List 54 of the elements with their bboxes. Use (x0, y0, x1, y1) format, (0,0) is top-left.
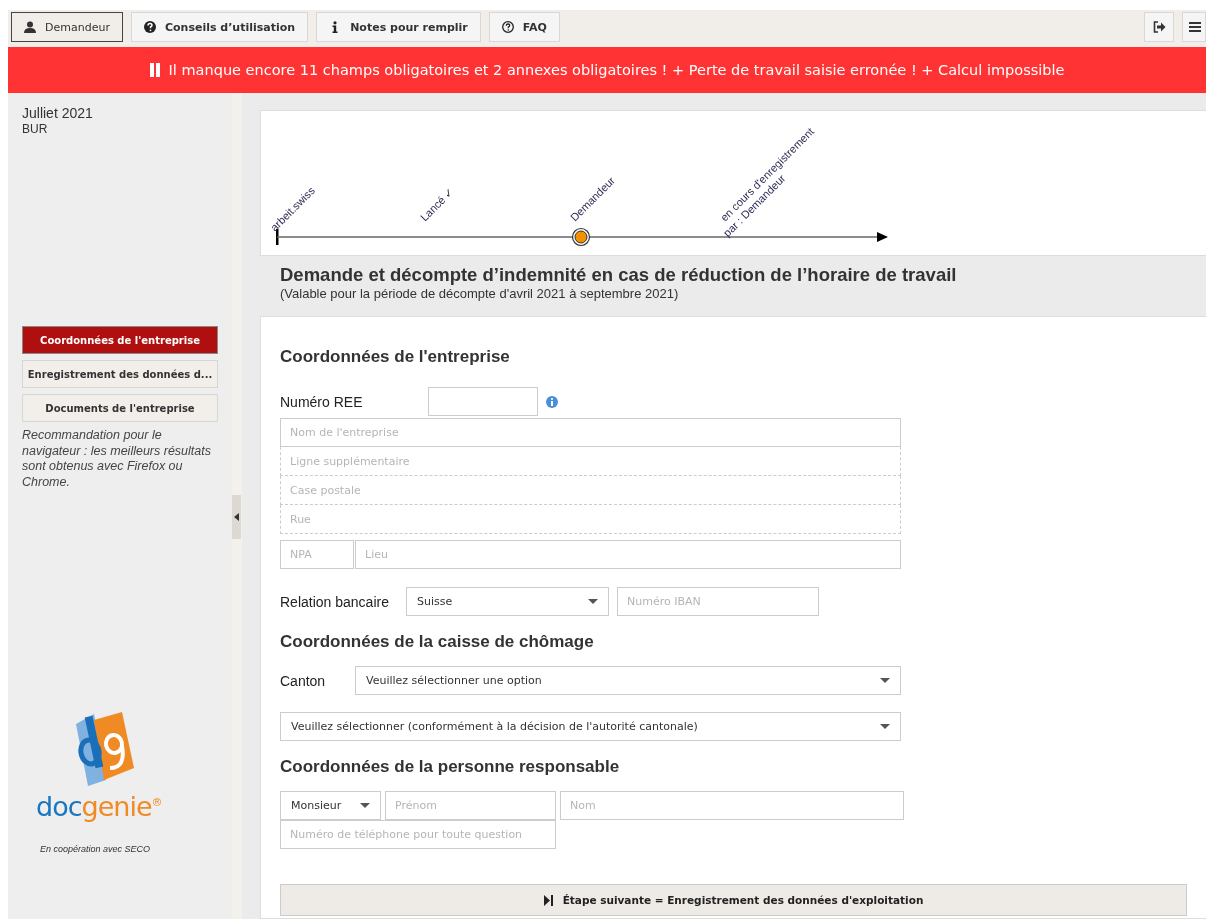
menu-button[interactable] (1182, 12, 1206, 42)
caret-icon (588, 599, 598, 604)
sidebar-nav-item[interactable]: Enregistrement des données d... (22, 360, 218, 388)
period-label: Julliet 2021 (22, 105, 94, 121)
input-field[interactable]: Ligne supplémentaire (280, 447, 901, 476)
input-field[interactable]: Prénom (385, 791, 556, 820)
logo-wordmark: docgenie$^{®}$ (36, 790, 162, 822)
info-icon (546, 395, 558, 408)
help-icon (143, 21, 156, 33)
dropdown[interactable]: Veuillez sélectionner une option (355, 666, 901, 695)
sidebar-nav-item[interactable]: Documents de l'entreprise (22, 394, 218, 422)
toolbar-button[interactable]: FAQ (488, 12, 560, 42)
credit-text: En coopération avec SECO (40, 844, 152, 854)
user-icon (24, 21, 36, 33)
toolbar-button[interactable]: Demandeur (11, 12, 123, 42)
next-step-button[interactable]: Étape suivante = Enregistrement des données d'exploitation (280, 884, 1187, 916)
input-field[interactable]: Lieu (355, 540, 901, 569)
code-label: BUR (22, 122, 49, 136)
field-label: Relation bancaire (280, 593, 390, 610)
input-field[interactable]: Numéro de téléphone pour toute question (280, 820, 556, 849)
input-field[interactable]: Numéro IBAN (617, 587, 819, 616)
toolbar-button[interactable]: Conseils d’utilisation (130, 12, 309, 42)
input-field[interactable]: NPA (280, 540, 354, 569)
dropdown[interactable]: Suisse (406, 587, 609, 616)
sidebar-nav-item[interactable]: Coordonnées de l'entreprise (22, 326, 218, 354)
collapse-handle[interactable] (232, 495, 241, 539)
page-subtitle: (Valable pour la période de décompte d'avril 2021 à septembre 2021) (280, 286, 680, 301)
exit-icon (1152, 21, 1166, 33)
help-icon (501, 21, 514, 33)
caret-icon (880, 724, 890, 729)
caret-icon (234, 513, 239, 521)
input-field[interactable] (428, 387, 538, 416)
skip-forward-icon (543, 894, 553, 906)
menu-icon (1189, 21, 1201, 33)
section-title: Coordonnées de l'entreprise (280, 347, 511, 367)
input-field[interactable]: Rue (280, 505, 901, 534)
section-title: Coordonnées de la personne responsable (280, 757, 621, 777)
input-field[interactable]: Nom (560, 791, 904, 820)
browser-note: Recommandation pour le navigateur : les meilleurs résultats sont obtenus avec Firefox ou Chrome. (22, 428, 212, 490)
alert-message: Il manque encore 11 champs obligatoires et 2 annexes obligatoires ! + Perte de travail saisie erronée ! + Calcul impossible (168, 62, 1065, 78)
toolbar-button[interactable]: Notes pour remplir (316, 12, 481, 42)
page-title: Demande et décompte d’indemnité en cas de réduction de l’horaire de travail (280, 264, 958, 286)
field-label: Canton (280, 672, 327, 689)
pause-icon (149, 63, 161, 77)
dropdown[interactable]: Monsieur (280, 791, 381, 820)
caret-icon (360, 803, 370, 808)
field-label: Numéro REE (280, 393, 364, 410)
dropdown[interactable]: Veuillez sélectionner (conformément à la décision de l'autorité cantonale) (280, 712, 901, 741)
input-field[interactable]: Nom de l'entreprise (280, 418, 901, 447)
section-title: Coordonnées de la caisse de chômage (280, 632, 595, 652)
caret-icon (880, 678, 890, 683)
input-field[interactable]: Case postale (280, 476, 901, 505)
logout-button[interactable] (1144, 12, 1174, 42)
current-step-dot (571, 227, 591, 247)
